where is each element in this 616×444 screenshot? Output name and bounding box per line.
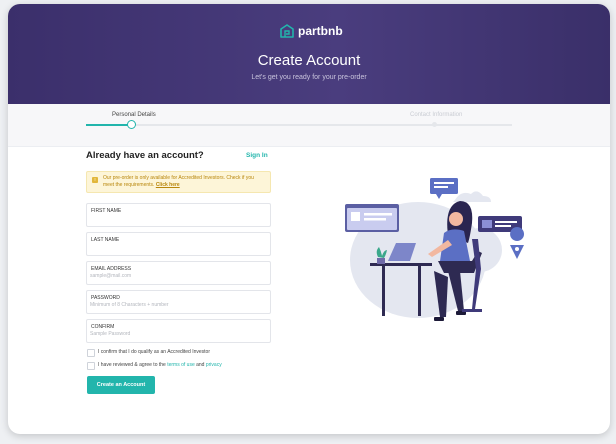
investor-checkbox-label: I confirm that I do qualify as an Accred… xyxy=(98,349,211,355)
page-subtitle: Let's get you ready for your pre-order xyxy=(251,74,367,81)
password-field[interactable]: PASSWORD xyxy=(86,290,271,314)
first-name-field[interactable]: FIRST NAME xyxy=(86,203,271,227)
brand-name: partbnb xyxy=(298,24,343,38)
investor-checkbox[interactable] xyxy=(87,349,95,357)
email-label: EMAIL ADDRESS xyxy=(91,266,132,272)
password-label: PASSWORD xyxy=(91,295,120,301)
last-name-label: LAST NAME xyxy=(91,237,120,243)
person-working-on-laptop-illustration xyxy=(345,178,525,321)
email-input[interactable] xyxy=(90,273,260,279)
step-contact-information[interactable]: Contact Information xyxy=(410,112,462,118)
sign-in-link[interactable]: Sign In xyxy=(246,152,268,159)
last-name-input[interactable] xyxy=(90,244,260,250)
terms-checkbox-label: I have reviewed & agree to the terms of … xyxy=(98,362,222,368)
confirm-input[interactable] xyxy=(90,331,260,337)
confirm-password-field[interactable]: CONFIRM xyxy=(86,319,271,343)
brand-logo[interactable]: partbnb xyxy=(280,24,343,38)
notice-link[interactable]: Click here xyxy=(156,182,180,188)
house-logo-icon xyxy=(280,24,294,38)
header-banner: partbnb Create Account Let's get you rea… xyxy=(8,4,610,104)
step-indicator-active xyxy=(127,120,136,129)
first-name-input[interactable] xyxy=(90,215,260,221)
password-input[interactable] xyxy=(90,302,260,308)
confirm-label: CONFIRM xyxy=(91,324,115,330)
privacy-link[interactable]: privacy xyxy=(206,362,222,368)
terms-prefix: I have reviewed & agree to the xyxy=(98,362,166,368)
last-name-field[interactable]: LAST NAME xyxy=(86,232,271,256)
form-title: Already have an account? xyxy=(86,150,204,161)
first-name-label: FIRST NAME xyxy=(91,208,122,214)
progress-fill xyxy=(86,124,131,126)
terms-and: and xyxy=(196,362,205,368)
notice-text: Our pre-order is only available for Accr… xyxy=(103,175,265,188)
create-account-button[interactable]: Create an Account xyxy=(87,376,155,394)
terms-of-use-link[interactable]: terms of use xyxy=(167,362,195,368)
step-personal-details[interactable]: Personal Details xyxy=(112,112,156,118)
progress-track xyxy=(86,124,512,126)
step-indicator-inactive xyxy=(432,122,437,127)
terms-checkbox[interactable] xyxy=(87,362,95,370)
page-title: Create Account xyxy=(257,52,361,69)
accredited-notice: ! Our pre-order is only available for Ac… xyxy=(86,171,271,193)
email-field[interactable]: EMAIL ADDRESS xyxy=(86,261,271,285)
info-icon: ! xyxy=(92,177,98,183)
